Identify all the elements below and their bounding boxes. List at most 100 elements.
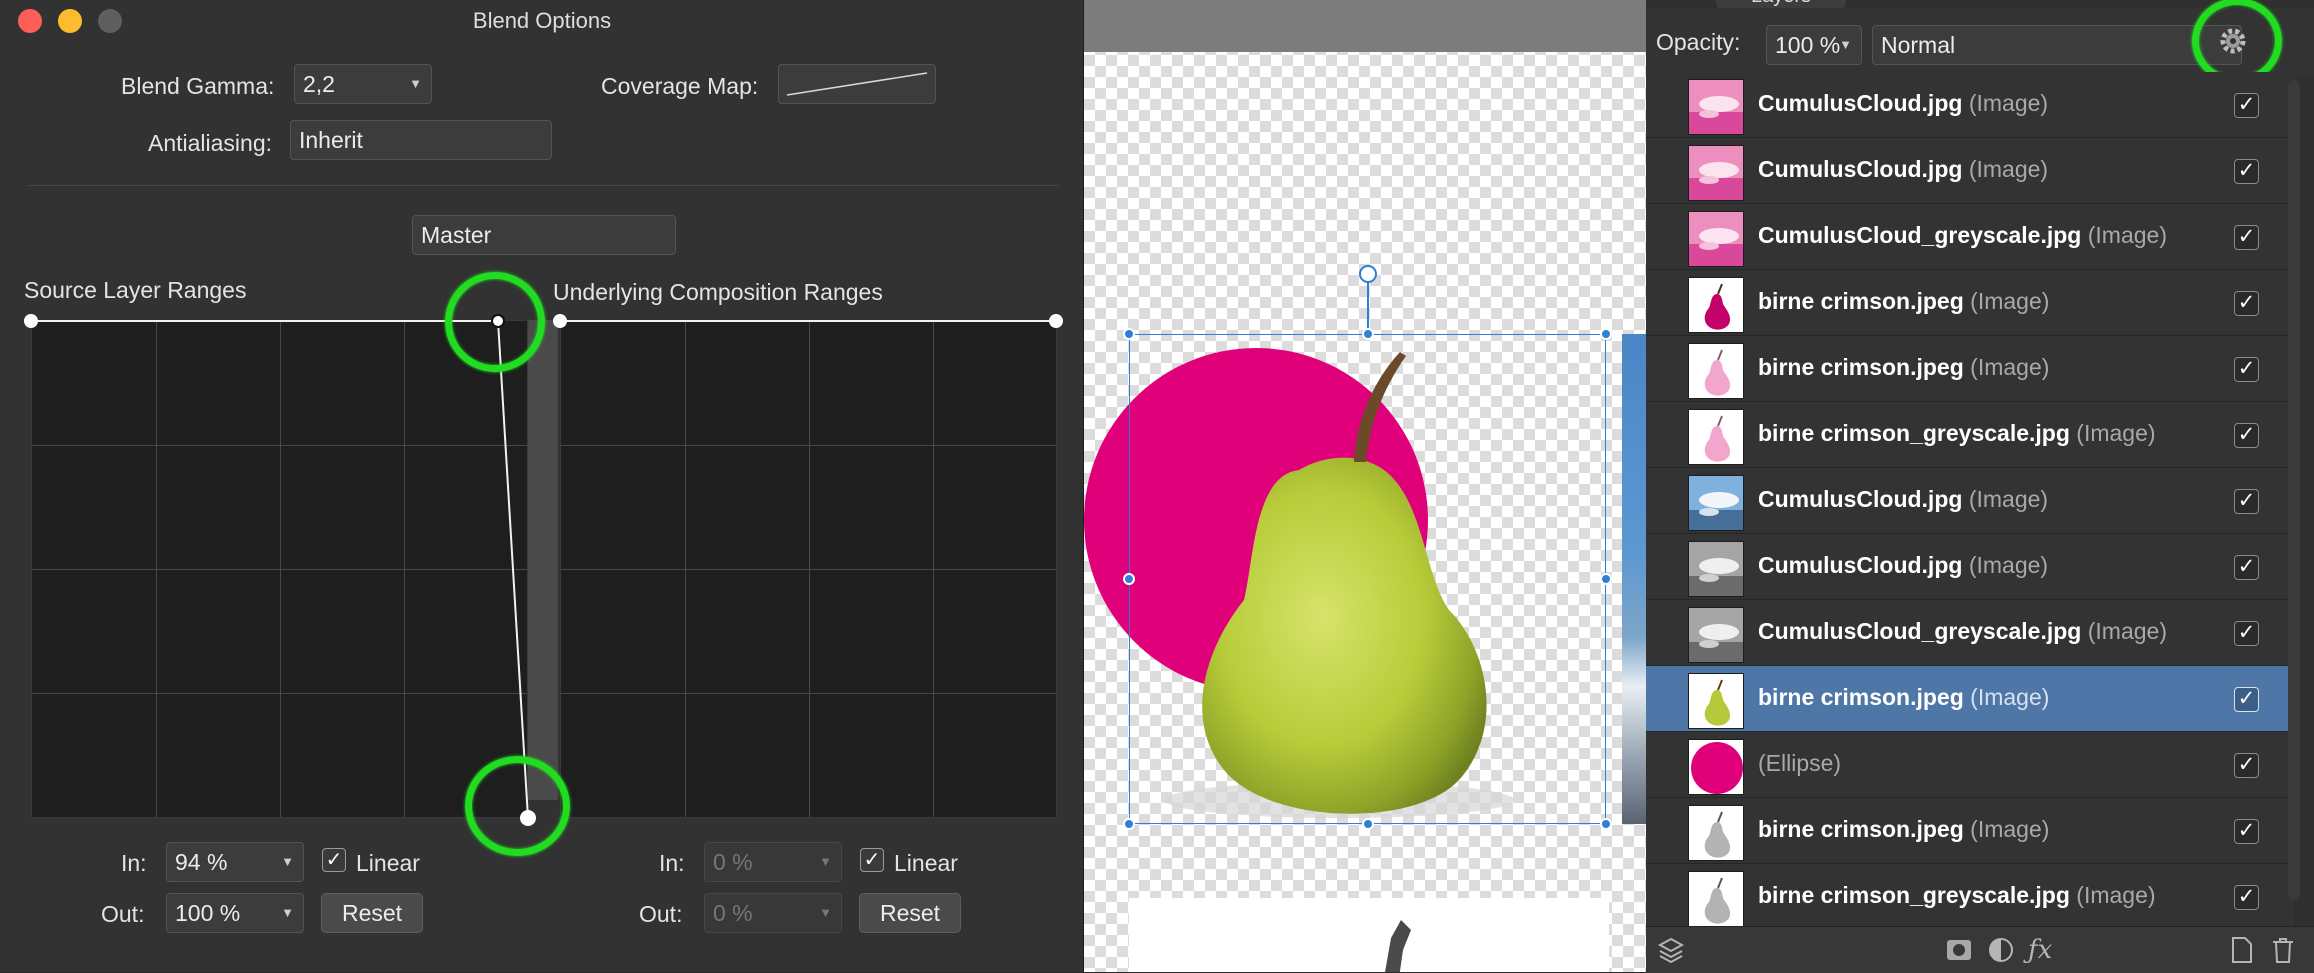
underlying-linear-label: Linear [894,850,958,876]
add-layer-icon[interactable] [2226,935,2256,965]
layer-name-label: CumulusCloud_greyscale.jpg (Image) [1758,222,2167,249]
opacity-label: Opacity: [1656,29,1741,55]
layer-row[interactable]: CumulusCloud.jpg (Image) ✓ [1646,72,2294,138]
layer-thumbnail [1688,739,1744,795]
layers-scrollbar[interactable] [2288,80,2300,900]
source-in-value: 94 % [175,849,228,875]
underlying-out-value: 0 % [713,900,753,926]
resize-handle-bottom-left[interactable] [1123,818,1135,830]
underlying-linear-checkbox[interactable]: ✓ [860,848,884,872]
resize-handle-top[interactable] [1362,328,1374,340]
layer-visibility-checkbox[interactable]: ✓ [2234,225,2259,250]
rotate-handle[interactable] [1359,265,1377,283]
blend-mode-dropdown[interactable]: Normal [1872,25,2242,65]
layer-visibility-checkbox[interactable]: ✓ [2234,159,2259,184]
layer-thumbnail [1688,277,1744,333]
layer-row[interactable]: CumulusCloud.jpg (Image) ✓ [1646,468,2294,534]
source-out-label: Out: [101,901,145,927]
layer-thumbnail [1688,475,1744,531]
layer-row[interactable]: birne crimson.jpeg (Image) ✓ [1646,270,2294,336]
highlight-ring-source-out-node [465,756,570,856]
underlying-end-node[interactable] [1049,314,1063,328]
resize-handle-top-left[interactable] [1123,328,1135,340]
layer-row[interactable]: birne crimson.jpeg (Image) ✓ [1646,666,2294,732]
underlying-reset-button[interactable]: Reset [859,893,961,933]
effects-fx-icon[interactable]: ƒx [2028,935,2058,965]
opacity-value: 100 % [1775,32,1841,58]
selection-bounding-box[interactable] [1129,334,1606,824]
blend-mode-value: Normal [1881,32,1956,58]
layers-bottom-toolbar: ƒx [1646,926,2314,973]
layer-name-label: birne crimson.jpeg (Image) [1758,816,2049,843]
layer-type: (Image) [1970,354,2050,380]
layer-thumbnail [1688,607,1744,663]
layer-row[interactable]: CumulusCloud_greyscale.jpg (Image) ✓ [1646,204,2294,270]
layer-row[interactable]: CumulusCloud.jpg (Image) ✓ [1646,138,2294,204]
underlying-out-label: Out: [639,901,683,927]
layer-name-label: birne crimson.jpeg (Image) [1758,354,2049,381]
source-reset-button[interactable]: Reset [321,893,423,933]
layer-visibility-checkbox[interactable]: ✓ [2234,291,2259,316]
document-canvas[interactable] [1084,0,1646,972]
layer-type: (Image) [2087,222,2167,248]
layer-row[interactable]: birne crimson_greyscale.jpg (Image) ✓ [1646,402,2294,468]
source-in-field[interactable]: 94 % ▼ [166,842,304,882]
dropdown-arrow-icon: ▼ [281,854,294,869]
layer-thumbnail [1688,211,1744,267]
layer-name: birne crimson_greyscale.jpg [1758,420,2070,446]
resize-handle-left[interactable] [1123,573,1135,585]
mask-layer-icon[interactable] [1944,935,1974,965]
source-linear-label: Linear [356,850,420,876]
resize-handle-top-right[interactable] [1600,328,1612,340]
opacity-dropdown[interactable]: 100 % ▼ [1766,25,1862,65]
layer-type: (Image) [2076,420,2156,446]
layer-visibility-checkbox[interactable]: ✓ [2234,621,2259,646]
source-out-value: 100 % [175,900,241,926]
layer-type: (Image) [2076,882,2156,908]
layer-row[interactable]: (Ellipse) ✓ [1646,732,2294,798]
resize-handle-bottom-right[interactable] [1600,818,1612,830]
layer-thumbnail [1688,343,1744,399]
layer-visibility-checkbox[interactable]: ✓ [2234,885,2259,910]
layer-row[interactable]: birne crimson.jpeg (Image) ✓ [1646,798,2294,864]
layers-stack-icon[interactable] [1656,935,1686,965]
layer-visibility-checkbox[interactable]: ✓ [2234,423,2259,448]
layer-visibility-checkbox[interactable]: ✓ [2234,819,2259,844]
dropdown-arrow-icon: ▼ [281,905,294,920]
layers-tab[interactable]: Layers [1716,0,1846,8]
layer-type: (Image) [1970,684,2050,710]
underlying-out-field[interactable]: 0 % ▼ [704,893,842,933]
source-linear-checkbox[interactable]: ✓ [322,848,346,872]
layer-thumbnail [1688,409,1744,465]
underlying-start-node[interactable] [553,314,567,328]
layer-type: (Image) [1968,486,2049,512]
layer-visibility-checkbox[interactable]: ✓ [2234,687,2259,712]
layer-type: (Image) [1968,90,2049,116]
layer-name: CumulusCloud_greyscale.jpg [1758,618,2082,644]
layer-type: (Image) [1970,816,2050,842]
layer-row[interactable]: CumulusCloud_greyscale.jpg (Image) ✓ [1646,600,2294,666]
layer-name-label: CumulusCloud.jpg (Image) [1758,486,2048,513]
source-out-field[interactable]: 100 % ▼ [166,893,304,933]
layer-name-label: birne crimson_greyscale.jpg (Image) [1758,882,2156,909]
layer-name-label: birne crimson.jpeg (Image) [1758,684,2049,711]
layer-visibility-checkbox[interactable]: ✓ [2234,555,2259,580]
layer-visibility-checkbox[interactable]: ✓ [2234,489,2259,514]
layer-thumbnail [1688,673,1744,729]
resize-handle-bottom[interactable] [1362,818,1374,830]
source-start-node[interactable] [24,314,38,328]
layer-visibility-checkbox[interactable]: ✓ [2234,93,2259,118]
layer-visibility-checkbox[interactable]: ✓ [2234,357,2259,382]
layer-row[interactable]: birne crimson.jpeg (Image) ✓ [1646,336,2294,402]
layer-type: (Image) [1968,552,2049,578]
layer-type: (Image) [1970,288,2050,314]
layer-row[interactable]: birne crimson_greyscale.jpg (Image) ✓ [1646,864,2294,930]
delete-layer-icon[interactable] [2268,935,2298,965]
layer-row[interactable]: CumulusCloud.jpg (Image) ✓ [1646,534,2294,600]
adjustment-layer-icon[interactable] [1986,935,2016,965]
layer-visibility-checkbox[interactable]: ✓ [2234,753,2259,778]
layer-thumbnail [1688,871,1744,927]
layer-name-label: CumulusCloud.jpg (Image) [1758,552,2048,579]
resize-handle-right[interactable] [1600,573,1612,585]
underlying-in-field[interactable]: 0 % ▼ [704,842,842,882]
